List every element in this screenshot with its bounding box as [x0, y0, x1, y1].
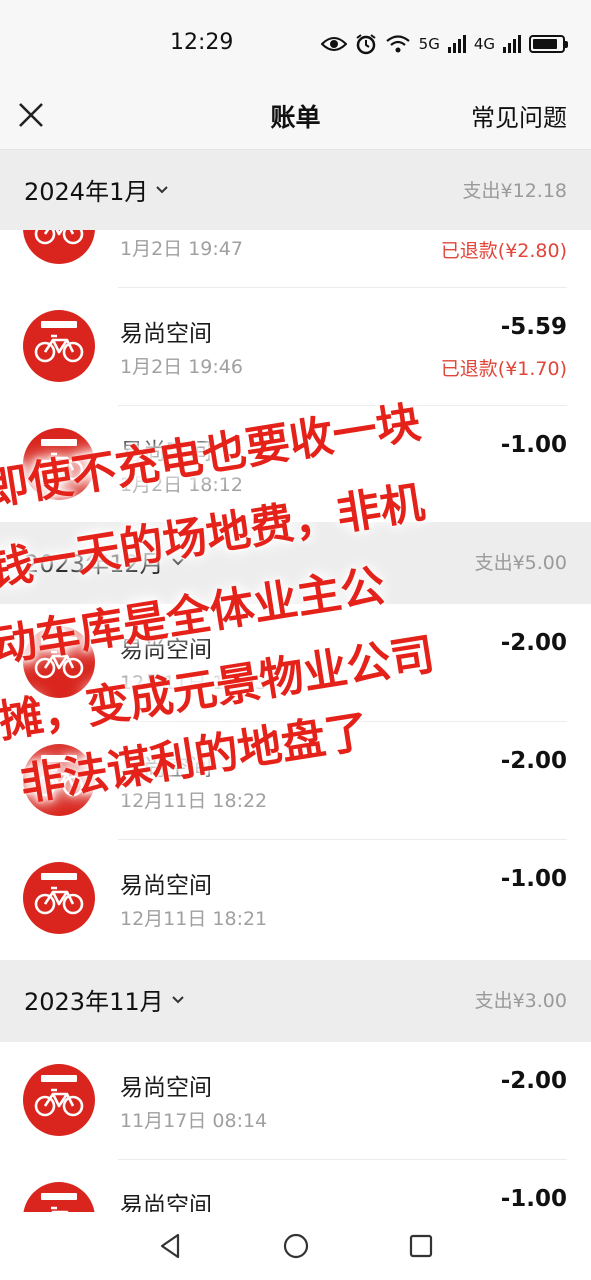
- merchant-name: 易尚空间: [120, 1075, 212, 1101]
- home-icon[interactable]: [280, 1230, 312, 1262]
- bill-amount: -1.00: [500, 1186, 567, 1212]
- 5g-signal-icon: 5G: [418, 35, 440, 53]
- month-selector[interactable]: 2023年12月: [24, 544, 186, 579]
- merchant-name: 易尚空间: [120, 321, 212, 347]
- month-total: 支出¥5.00: [474, 552, 567, 574]
- bill-time: 1月2日 19:46: [120, 356, 243, 378]
- wifi-icon: [385, 35, 410, 53]
- bike-parking-icon: [23, 428, 95, 500]
- month-selector[interactable]: 2023年11月: [24, 982, 186, 1017]
- battery-icon: [529, 35, 568, 53]
- month-selector-sticky[interactable]: 2024年1月: [24, 172, 170, 207]
- merchant-name: 易尚空间: [120, 637, 212, 663]
- bill-item[interactable]: 易尚空间 1月2日 18:12 -1.00: [0, 406, 591, 524]
- merchant-name: 易尚空间: [120, 1193, 212, 1212]
- bill-item[interactable]: 易尚空间 12月11日 18:22 -2.00: [0, 722, 591, 840]
- month-total: 支出¥12.18: [462, 180, 567, 202]
- status-icons: 5G 4G: [320, 30, 568, 58]
- chevron-down-icon: [171, 557, 184, 565]
- bill-time: 11月17日 08:14: [120, 1110, 268, 1132]
- status-bar: 12:29 5G 4G: [0, 0, 591, 88]
- signal-bars-2-icon: [503, 35, 521, 53]
- month-label: 2024年1月: [24, 178, 149, 206]
- bill-amount: -2.00: [500, 1068, 567, 1094]
- nav-bar: 账单 常见问题: [0, 88, 591, 150]
- month-header-2023-12[interactable]: 2023年12月 支出¥5.00: [0, 522, 591, 604]
- bill-item[interactable]: 易尚空间 1月2日 19:46 -5.59 已退款(¥1.70): [0, 288, 591, 406]
- faq-link[interactable]: 常见问题: [471, 98, 567, 133]
- merchant-name: 易尚空间: [120, 439, 212, 465]
- refund-status: 已退款(¥1.70): [440, 358, 567, 380]
- merchant-name: 易尚空间: [120, 755, 212, 781]
- chevron-down-icon: [156, 185, 169, 193]
- alarm-icon: [356, 34, 376, 55]
- bill-amount: -5.59: [500, 314, 567, 340]
- status-time: 12:29: [170, 30, 234, 55]
- bill-amount: -1.00: [500, 432, 567, 458]
- bill-amount: -2.00: [500, 748, 567, 774]
- month-header-2023-11[interactable]: 2023年11月 支出¥3.00: [0, 960, 591, 1042]
- bill-time: 12月11日 18:22: [120, 790, 268, 812]
- month-label: 2023年12月: [24, 550, 164, 578]
- bike-parking-icon: [23, 310, 95, 382]
- system-nav-bar: [0, 1212, 591, 1280]
- bike-parking-icon: [23, 1064, 95, 1136]
- eye-icon: [320, 37, 347, 51]
- bill-time: 1月2日 18:12: [120, 474, 243, 496]
- bill-amount: -1.00: [500, 866, 567, 892]
- bill-time: 1月2日 19:47: [120, 238, 243, 260]
- bike-parking-icon: [23, 862, 95, 934]
- back-icon[interactable]: [154, 1230, 186, 1262]
- bill-time: 12月11日 18:23: [120, 672, 268, 694]
- 4g-signal-icon: 4G: [473, 35, 495, 53]
- bill-amount: -2.00: [500, 630, 567, 656]
- bike-parking-icon: [23, 744, 95, 816]
- bill-item[interactable]: 易尚空间 11月17日 08:14 -2.00: [0, 1042, 591, 1160]
- bill-item[interactable]: 易尚空间 12月11日 18:21 -1.00: [0, 840, 591, 958]
- chevron-down-icon: [171, 995, 184, 1003]
- merchant-name: 易尚空间: [120, 873, 212, 899]
- month-header-2024-01-sticky: 2024年1月 支出¥12.18: [0, 150, 591, 230]
- bike-parking-icon: [23, 1182, 95, 1212]
- month-label: 2023年11月: [24, 988, 164, 1016]
- bill-time: 12月11日 18:21: [120, 908, 268, 930]
- bill-item[interactable]: 易尚空间 12月11日 18:23 -2.00: [0, 604, 591, 722]
- recents-icon[interactable]: [405, 1230, 437, 1262]
- refund-status: 已退款(¥2.80): [440, 240, 567, 262]
- bike-parking-icon: [23, 626, 95, 698]
- month-total: 支出¥3.00: [474, 990, 567, 1012]
- signal-bars-1-icon: [447, 35, 466, 53]
- bill-item[interactable]: 易尚空间 -1.00: [0, 1160, 591, 1212]
